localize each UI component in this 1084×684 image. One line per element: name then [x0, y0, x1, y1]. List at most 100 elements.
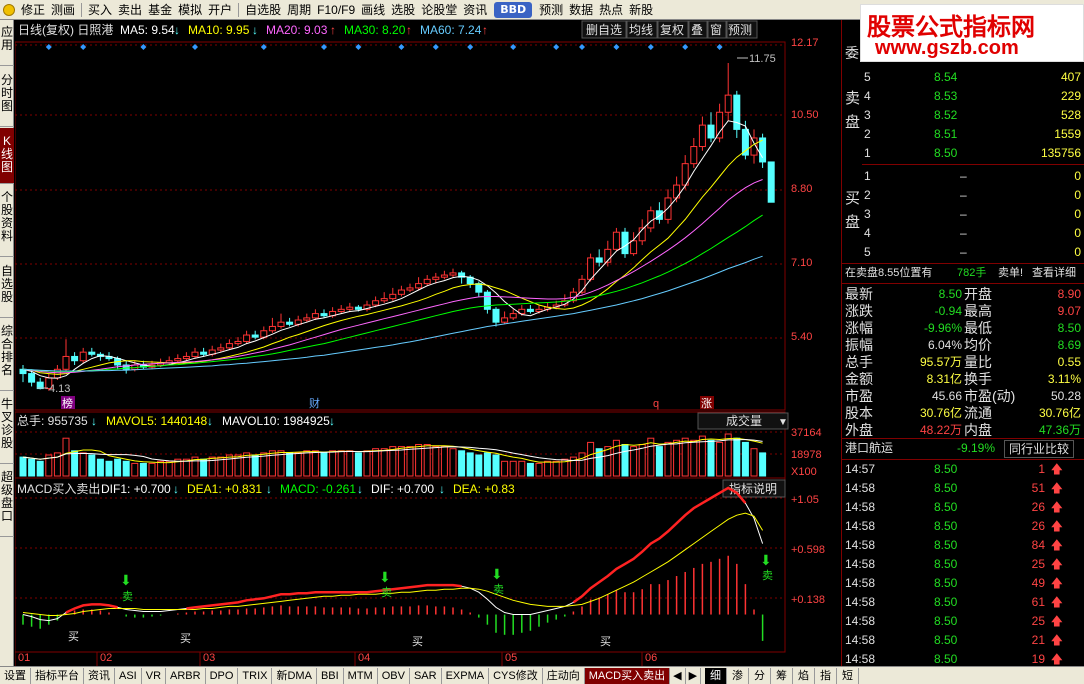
tick-row[interactable]: 14:57 8.50 1 🡅: [842, 460, 1084, 479]
toolbar-item[interactable]: 论股堂: [418, 0, 460, 19]
ask-row-2[interactable]: 2 8.51 1559: [842, 125, 1084, 144]
tick-row[interactable]: 14:58 8.50 19 🡅: [842, 650, 1084, 666]
toolbar-item[interactable]: 预测: [536, 0, 566, 19]
tab-mtm[interactable]: MTM: [344, 667, 378, 684]
toolbar-item[interactable]: 热点: [596, 0, 626, 19]
tab-obv[interactable]: OBV: [378, 667, 410, 684]
toolbar-item[interactable]: 测画: [48, 0, 78, 19]
quote-row: 最新 8.50 开盘 8.90: [842, 286, 1084, 303]
dea1-arrow: ↓: [266, 482, 272, 496]
toolbar-item[interactable]: 选股: [388, 0, 418, 19]
ask-price: 8.53: [934, 89, 958, 103]
tab-zhuang[interactable]: 庄动向: [543, 667, 585, 684]
tab-sar[interactable]: SAR: [410, 667, 442, 684]
toolbar-item[interactable]: 数据: [566, 0, 596, 19]
toolbar-item[interactable]: 画线: [358, 0, 388, 19]
ask-row-4[interactable]: 4 8.53 229: [842, 87, 1084, 106]
toolbar-item[interactable]: F10/F9: [314, 0, 358, 19]
tick-row[interactable]: 14:58 8.50 21 🡅: [842, 631, 1084, 650]
adjust-button-label: 复权: [660, 23, 684, 37]
toolbar-item[interactable]: 开户: [205, 0, 235, 19]
candle-body: [397, 289, 405, 295]
tab-cys[interactable]: CYS修改: [489, 667, 543, 684]
sell-signals: ⬇ 卖 ⬇ 卖 ⬇ 卖 ⬇ 卖: [120, 552, 773, 603]
candle-body: [174, 358, 182, 362]
bid-row-2[interactable]: 2 – 0: [842, 186, 1084, 205]
toolbar-item[interactable]: 新股: [626, 0, 656, 19]
tick-row[interactable]: 14:58 8.50 26 🡅: [842, 517, 1084, 536]
tick-row[interactable]: 14:58 8.50 26 🡅: [842, 498, 1084, 517]
bid-row-1[interactable]: 1 – 0: [842, 167, 1084, 186]
toolbar-item[interactable]: 资讯: [460, 0, 490, 19]
tab-trix[interactable]: TRIX: [238, 667, 273, 684]
toolbar-item[interactable]: 自选股: [242, 0, 284, 19]
bid-volume: 0: [1074, 188, 1081, 202]
ask-row-5[interactable]: 5 8.54 407: [842, 68, 1084, 87]
volume-bar: [750, 448, 758, 477]
candle-body: [690, 146, 698, 165]
tab-news[interactable]: 资讯: [84, 667, 115, 684]
candle-body: [630, 240, 638, 255]
tab-split[interactable]: 分: [749, 667, 772, 684]
bbd-button[interactable]: BBD: [494, 1, 533, 18]
tab-stock-info[interactable]: 个股资料: [0, 185, 14, 257]
tick-row[interactable]: 14:58 8.50 61 🡅: [842, 593, 1084, 612]
tick-row[interactable]: 14:58 8.50 84 🡅: [842, 536, 1084, 555]
tab-intraday[interactable]: 分时图: [0, 67, 14, 127]
candle-body: [71, 355, 79, 362]
tab-dpo[interactable]: DPO: [206, 667, 239, 684]
tab-ranking[interactable]: 综合排名: [0, 319, 14, 391]
tab-super-handicap[interactable]: 超级盘口: [0, 465, 14, 537]
tick-row[interactable]: 14:58 8.50 49 🡅: [842, 574, 1084, 593]
toolbar-item[interactable]: 卖出: [115, 0, 145, 19]
tab-kline[interactable]: K线图: [0, 128, 14, 184]
toolbar-item[interactable]: 修正: [18, 0, 48, 19]
tab-penetrate[interactable]: 渗: [727, 667, 750, 684]
kline-chart-area[interactable]: 日线(复权) 日照港 MA5: 9.54 ↓ MA10: 9.95 ↓ MA20…: [14, 20, 840, 666]
ask-row-1[interactable]: 1 8.50 135756: [842, 144, 1084, 163]
tab-settings[interactable]: 设置: [0, 667, 31, 684]
event-marker-q[interactable]: q: [653, 398, 659, 410]
tab-indicator-platform[interactable]: 指标平台: [31, 667, 84, 684]
tab-short[interactable]: 短: [837, 667, 860, 684]
tab-asi[interactable]: ASI: [115, 667, 142, 684]
ask-row-3[interactable]: 3 8.52 528: [842, 106, 1084, 125]
tab-index[interactable]: 指: [815, 667, 838, 684]
tab-vr[interactable]: VR: [142, 667, 167, 684]
tick-row[interactable]: 14:58 8.50 51 🡅: [842, 479, 1084, 498]
tab-expma[interactable]: EXPMA: [442, 667, 490, 684]
tab-diagnosis[interactable]: 牛叉诊股: [0, 392, 14, 464]
tab-flame[interactable]: 焰: [793, 667, 816, 684]
tab-apps[interactable]: 应用: [0, 20, 14, 66]
tick-price: 8.50: [934, 462, 958, 476]
candle-body: [767, 161, 775, 203]
scroll-left-icon[interactable]: ◀: [670, 667, 686, 684]
bid-row-4[interactable]: 4 – 0: [842, 224, 1084, 243]
tab-macd-buy-sell[interactable]: MACD买入卖出: [584, 667, 671, 684]
toolbar-item[interactable]: 周期: [284, 0, 314, 19]
price-tick: 10.50: [791, 109, 819, 121]
tab-detail[interactable]: 细: [705, 667, 728, 684]
toolbar-item[interactable]: 买入: [85, 0, 115, 19]
industry-compare-button[interactable]: 同行业比较: [1004, 440, 1075, 458]
bid-row-5[interactable]: 5 – 0: [842, 243, 1084, 262]
large-order-notice[interactable]: 在卖盘8.55位置有 782手 卖单! 查看详细: [842, 264, 1084, 283]
toolbar-item[interactable]: 基金: [145, 0, 175, 19]
tick-price: 8.50: [934, 576, 958, 590]
tab-new-dma[interactable]: 新DMA: [272, 667, 317, 684]
quote-value: 0.55: [1057, 355, 1081, 369]
tab-arbr[interactable]: ARBR: [166, 667, 206, 684]
bid-row-3[interactable]: 3 – 0: [842, 205, 1084, 224]
toolbar-item[interactable]: 模拟: [175, 0, 205, 19]
sector-row[interactable]: 港口航运 -9.19% 同行业比较: [842, 439, 1084, 459]
notice-detail-link[interactable]: 查看详细: [1032, 264, 1076, 283]
event-marker-cai[interactable]: 财: [309, 396, 320, 410]
tick-row[interactable]: 14:58 8.50 25 🡅: [842, 555, 1084, 574]
scroll-right-icon[interactable]: ▶: [686, 667, 702, 684]
tick-row[interactable]: 14:58 8.50 25 🡅: [842, 612, 1084, 631]
tab-bbi[interactable]: BBI: [317, 667, 344, 684]
quote-value: 8.69: [1057, 338, 1081, 352]
chart-canvas[interactable]: 日线(复权) 日照港 MA5: 9.54 ↓ MA10: 9.95 ↓ MA20…: [14, 20, 840, 666]
tab-chips[interactable]: 筹: [771, 667, 794, 684]
tab-watchlist[interactable]: 自选股: [0, 258, 14, 318]
